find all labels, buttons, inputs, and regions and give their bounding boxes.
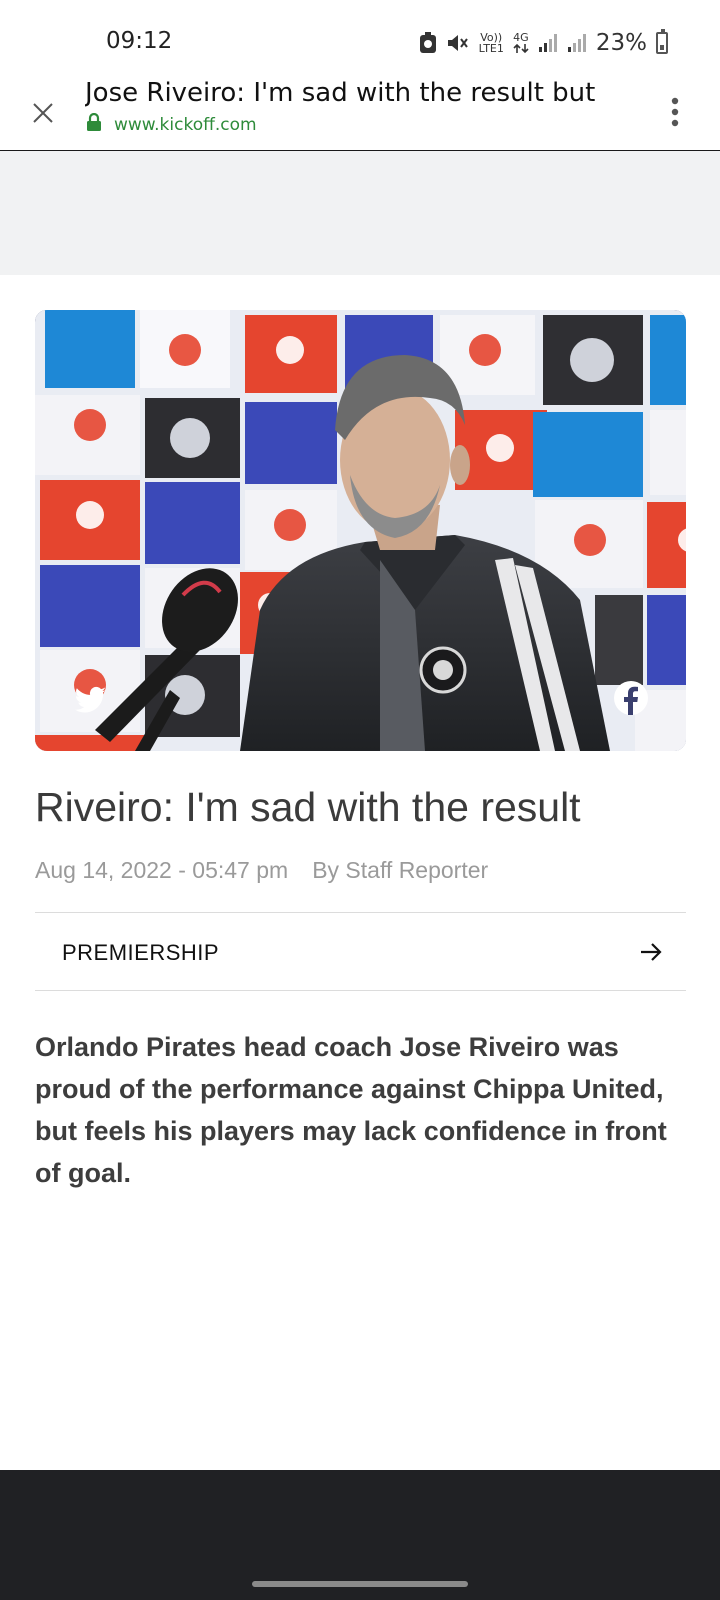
url-text: www.kickoff.com [114, 115, 257, 135]
browser-toolbar: Jose Riveiro: I'm sad with the result bu… [0, 78, 720, 151]
hero-photo [35, 310, 686, 751]
facebook-icon[interactable] [613, 680, 649, 716]
close-icon[interactable] [24, 94, 62, 132]
page-title[interactable]: Jose Riveiro: I'm sad with the result bu… [85, 78, 605, 108]
ad-placeholder [0, 151, 720, 275]
mute-icon [446, 32, 470, 54]
status-icons: Vo)) LTE1 4G 23% [419, 28, 668, 58]
screenshot-saver-icon [419, 32, 437, 54]
signal-icon [567, 33, 587, 53]
category-label: PREMIERSHIP [62, 940, 220, 965]
volte-icon: Vo)) LTE1 [478, 31, 504, 55]
data-arrows-icon: 4G [513, 32, 529, 54]
signal-icon [538, 33, 558, 53]
article-author: By Staff Reporter [312, 857, 489, 883]
article-date: Aug 14, 2022 - 05:47 pm [35, 857, 289, 883]
twitter-icon[interactable] [73, 682, 109, 718]
battery-percent: 23% [595, 30, 647, 56]
gesture-nav-handle[interactable] [252, 1581, 468, 1587]
hero-image[interactable] [35, 310, 686, 751]
article-lede: Orlando Pirates head coach Jose Riveiro … [35, 1032, 667, 1188]
lock-icon [86, 112, 102, 137]
status-time: 09:12 [106, 28, 173, 54]
category-link[interactable]: PREMIERSHIP [35, 912, 686, 991]
battery-icon [656, 29, 668, 54]
more-vert-icon[interactable] [660, 92, 690, 132]
article-title: Riveiro: I'm sad with the result [35, 784, 581, 830]
status-bar: 09:12 Vo)) LTE1 4G 23% [0, 0, 720, 80]
url-row[interactable]: www.kickoff.com [86, 112, 257, 137]
article-meta: Aug 14, 2022 - 05:47 pm By Staff Reporte… [35, 857, 488, 884]
arrow-right-icon [638, 939, 664, 965]
